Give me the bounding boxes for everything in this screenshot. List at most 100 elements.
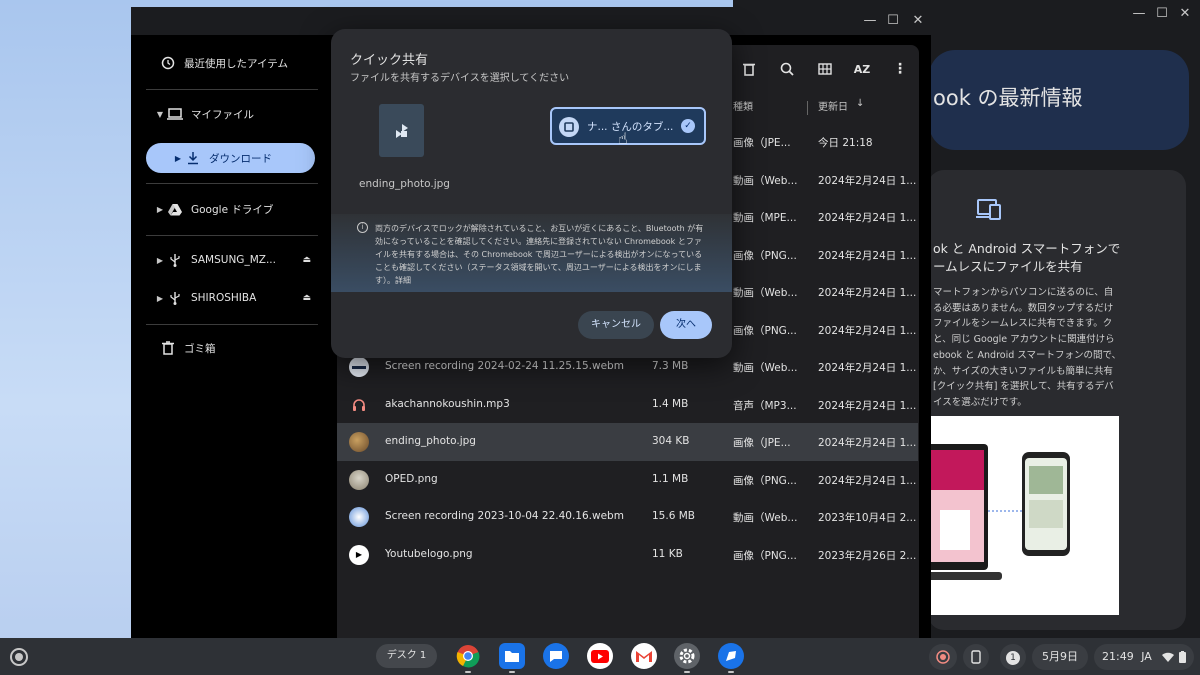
- column-divider: [807, 101, 808, 115]
- running-indicator: [465, 671, 471, 673]
- sidebar-item-trash[interactable]: ゴミ箱: [146, 333, 316, 363]
- quick-share-dialog: クイック共有 ファイルを共有するデバイスを選択してください ending_pho…: [331, 29, 732, 358]
- search-icon[interactable]: [775, 57, 799, 81]
- cancel-button[interactable]: キャンセル: [578, 311, 654, 339]
- youtube-logo-icon: ▶: [349, 544, 369, 565]
- chevron-right-icon[interactable]: ▶: [153, 256, 167, 265]
- more-options-icon[interactable]: ⋮: [888, 57, 912, 81]
- hand-cursor-icon: ☝: [618, 129, 628, 148]
- sidebar-item-usb-shiroshiba[interactable]: ▶ SHIROSHIBA ⏏: [153, 283, 323, 313]
- minimize-button[interactable]: —: [861, 12, 879, 30]
- gmail-icon[interactable]: [631, 643, 657, 669]
- column-header-type[interactable]: 種類: [733, 98, 753, 113]
- headphones-icon: [349, 395, 369, 415]
- google-drive-icon: [167, 201, 183, 217]
- table-row[interactable]: Screen recording 2023-10-04 22.40.16.web…: [337, 498, 918, 536]
- sidebar-item-label: ゴミ箱: [184, 342, 216, 355]
- desk-button[interactable]: デスク 1: [376, 644, 437, 668]
- trash-icon[interactable]: [737, 57, 761, 81]
- files-app-icon[interactable]: [499, 643, 525, 669]
- clock-icon: [160, 55, 176, 71]
- eject-icon[interactable]: ⏏: [302, 293, 311, 303]
- notification-counter[interactable]: 1: [1000, 644, 1026, 670]
- image-thumbnail-icon: [349, 469, 369, 490]
- sidebar-item-label: 最近使用したアイテム: [184, 57, 288, 70]
- wifi-icon: [1162, 644, 1174, 672]
- chevron-right-icon[interactable]: ▶: [153, 205, 167, 214]
- files-sidebar: 最近使用したアイテム ▼ マイファイル ▶ ダウンロード ▶ Google ドラ…: [131, 35, 331, 638]
- divider: [146, 183, 318, 184]
- sidebar-item-google-drive[interactable]: ▶ Google ドライブ: [153, 194, 323, 224]
- running-indicator: [509, 671, 515, 673]
- info-text: 両方のデバイスでロックが解除されていること、お互いが近くにあること、Blueto…: [375, 224, 704, 285]
- laptop-icon: [167, 106, 183, 122]
- sidebar-item-label: SAMSUNG_MZ...: [191, 254, 276, 266]
- sidebar-item-label: Google ドライブ: [191, 203, 274, 216]
- dialog-subtitle: ファイルを共有するデバイスを選択してください: [350, 73, 570, 84]
- clock-time: 21:49: [1102, 650, 1134, 663]
- close-button[interactable]: ✕: [1176, 5, 1194, 23]
- sidebar-item-recent[interactable]: 最近使用したアイテム: [146, 48, 316, 78]
- sidebar-item-downloads[interactable]: ▶ ダウンロード: [146, 143, 315, 173]
- quick-share-icon: [395, 123, 408, 138]
- maximize-button[interactable]: ☐: [884, 12, 902, 30]
- maximize-button[interactable]: ☐: [1153, 5, 1171, 23]
- battery-icon: [1179, 644, 1186, 673]
- messages-icon[interactable]: [543, 643, 569, 669]
- date-button[interactable]: 5月9日: [1032, 644, 1088, 670]
- phone-hub-icon[interactable]: [963, 644, 989, 670]
- chrome-icon[interactable]: [455, 643, 481, 669]
- usb-icon: [167, 252, 183, 268]
- trash-icon: [160, 340, 176, 356]
- running-indicator: [728, 671, 734, 673]
- usb-icon: [167, 290, 183, 306]
- video-thumbnail-icon: [349, 357, 369, 377]
- sort-icon[interactable]: AZ: [850, 57, 874, 81]
- device-label: ナ... さんのタブ...: [587, 121, 674, 133]
- sort-arrow-icon[interactable]: ↓: [856, 98, 864, 109]
- table-row[interactable]: ▶ Youtubelogo.png 11 KB 画像（PNG... 2023年2…: [337, 536, 918, 574]
- sidebar-item-my-files[interactable]: ▼ マイファイル: [153, 99, 323, 129]
- shared-file-name: ending_photo.jpg: [359, 178, 450, 190]
- check-icon: ✓: [681, 119, 695, 133]
- table-row-selected[interactable]: ending_photo.jpg 304 KB 画像（JPE... 2024年2…: [337, 423, 918, 461]
- eject-icon[interactable]: ⏏: [302, 255, 311, 265]
- running-indicator: [684, 671, 690, 673]
- download-icon: [185, 150, 201, 166]
- sidebar-item-label: ダウンロード: [209, 152, 272, 165]
- status-area[interactable]: 21:49 JA: [1094, 644, 1194, 670]
- devices-icon: [976, 199, 1001, 220]
- video-thumbnail-icon: [349, 507, 369, 527]
- quick-share-illustration: [930, 416, 1119, 615]
- table-row[interactable]: OPED.png 1.1 MB 画像（PNG... 2024年2月24日 1..…: [337, 461, 918, 499]
- chevron-right-icon[interactable]: ▶: [171, 154, 185, 163]
- file-preview: [379, 104, 424, 157]
- chevron-right-icon[interactable]: ▶: [153, 294, 167, 303]
- divider: [146, 324, 318, 325]
- explore-card-title: ok と Android スマートフォンで ームレスにファイルを共有: [933, 241, 1121, 274]
- info-icon: i: [357, 222, 368, 233]
- column-header-modified[interactable]: 更新日: [818, 98, 848, 113]
- divider: [146, 235, 318, 236]
- sidebar-item-usb-samsung[interactable]: ▶ SAMSUNG_MZ... ⏏: [153, 245, 323, 275]
- launcher-button[interactable]: [10, 648, 28, 666]
- learn-more-link[interactable]: 詳細: [395, 276, 411, 285]
- explore-header-title: ook の最新情報: [933, 86, 1083, 110]
- youtube-icon[interactable]: [587, 643, 613, 669]
- minimize-button[interactable]: —: [1130, 5, 1148, 23]
- table-row[interactable]: akachannokoushin.mp3 1.4 MB 音声（MP3... 20…: [337, 386, 918, 424]
- tablet-icon: [559, 117, 579, 137]
- chevron-down-icon[interactable]: ▼: [153, 110, 167, 119]
- dialog-title: クイック共有: [350, 53, 429, 68]
- image-thumbnail-icon: [349, 432, 369, 452]
- sidebar-item-label: マイファイル: [191, 108, 254, 121]
- next-button[interactable]: 次へ: [660, 311, 712, 339]
- ime-indicator: JA: [1141, 650, 1152, 663]
- grid-view-icon[interactable]: [813, 57, 837, 81]
- screen-record-button[interactable]: [929, 644, 957, 670]
- target-device-chip[interactable]: ナ... さんのタブ... ✓: [550, 107, 706, 145]
- explore-card-body: マートフォンからパソコンに送るのに、自 る必要はありません。数回タップするだけ …: [933, 287, 1122, 408]
- explore-app-icon[interactable]: [718, 643, 744, 669]
- close-button[interactable]: ✕: [909, 12, 927, 30]
- settings-icon[interactable]: [674, 643, 700, 669]
